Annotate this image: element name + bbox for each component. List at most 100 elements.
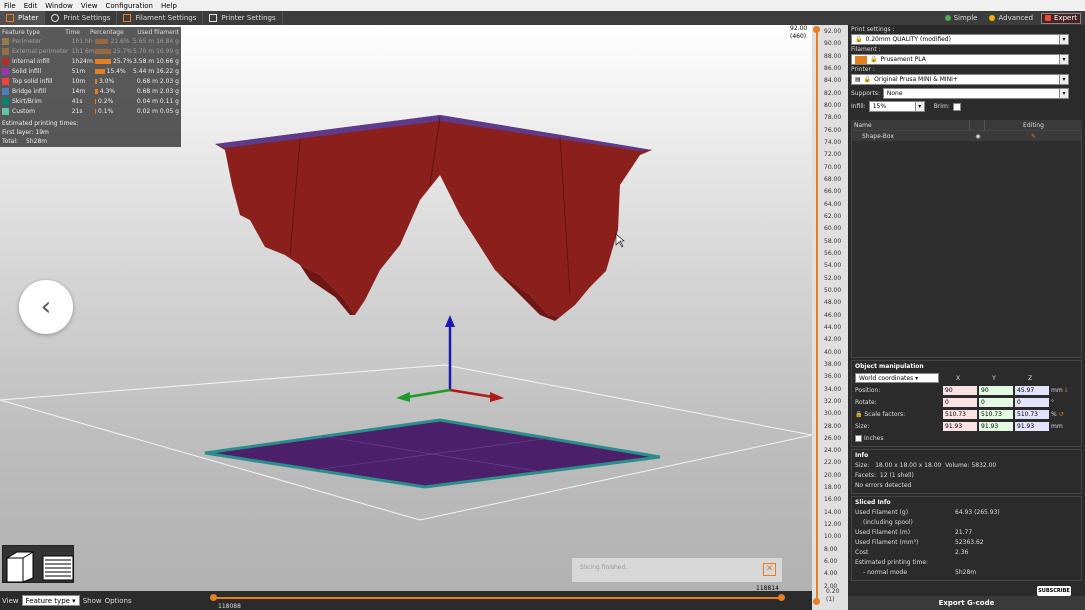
right-panel: Print settings : 🔒 0.20mm QUALITY (modifi… [848,25,1085,610]
legend-col-time: Time [65,28,80,36]
size-unit: mm [1051,422,1063,430]
layer-tick-label: 26.00 [824,434,842,442]
hslider-left-thumb[interactable] [210,594,217,601]
legend-rows: Perimeter 1h1 hh 21.6% 5.65 m 16.84 g Extern… [2,36,179,116]
print-settings-combo[interactable]: 🔒 0.20mm QUALITY (modified) ▾ [851,34,1069,45]
size-y-input[interactable]: 91.93 [979,421,1013,431]
object-row[interactable]: Shape-Box ◉ ✎ [852,131,1081,141]
size-z-input[interactable]: 91.93 [1015,421,1049,431]
position-y-input[interactable]: 90 [979,385,1013,395]
percentage-text: 0.2% [98,97,114,105]
close-icon[interactable]: ✕ [763,563,776,576]
feature-filament: 0.68 m 2.03 g [132,78,179,85]
size-x-input[interactable]: 91.93 [943,421,977,431]
menu-edit[interactable]: Edit [24,2,38,10]
supports-combo[interactable]: None ▾ [882,88,1069,99]
tab-filament-settings[interactable]: Filament Settings [117,11,204,25]
feature-time: 1h24m [71,57,93,65]
legend-row[interactable]: External perimeter 1h1 6m 25.7% 5.70 m 16.9… [2,46,179,56]
legend-row[interactable]: Skirt/Brim 41s 0.2% 0.04 m 0.11 g [2,96,179,106]
sliced-info-row: Used Filament (g) 64.93 (265.93) [855,508,1078,518]
menu-configuration[interactable]: Configuration [106,2,153,10]
prev-button[interactable]: ‹ [19,280,73,334]
scale-y-input[interactable]: 510.73 [979,409,1013,419]
mode-simple[interactable]: Simple [941,14,982,22]
infill-combo[interactable]: 15% ▾ [868,101,925,112]
lock-icon[interactable]: 🔒 [855,411,862,418]
legend-row[interactable]: Solid infill 51m 15.4% 5.44 m 16.22 g [2,66,179,76]
menu-help[interactable]: Help [161,2,177,10]
feature-name: External perimeter [12,47,69,55]
legend-row[interactable]: Internal infill 1h24m 25.7% 3.58 m 10.66 g [2,56,179,66]
spool-icon [123,14,132,22]
filament-color-swatch[interactable] [855,55,867,64]
reset-scale-icon[interactable]: ↺ [1059,411,1064,418]
sliced-info-label: Estimated printing time: [855,559,929,566]
status-dot-icon [1045,15,1052,21]
inches-checkbox[interactable] [855,434,862,442]
coords-select[interactable]: World coordinates ▾ [855,373,939,383]
3d-viewport[interactable]: Feature type Time Percentage Used filame… [0,25,812,610]
3d-view-icon[interactable] [6,551,34,583]
status-dot-icon [944,15,951,21]
layer-bottom-thumb[interactable] [813,598,820,605]
legend-row[interactable]: Custom 21s 0.1% 0.02 m 0.05 g [2,106,179,116]
mode-advanced[interactable]: Advanced [985,14,1037,22]
export-gcode-button[interactable]: Export G-code [848,596,1085,610]
layer-tick-label: 50.00 [824,286,842,294]
subscribe-badge[interactable]: SUBSCRIBE [1037,586,1071,596]
layer-slider-track[interactable] [816,30,818,600]
eye-icon[interactable]: ◉ [970,133,986,140]
rotate-y-input[interactable]: 0 [979,397,1013,407]
rotate-z-input[interactable]: 0 [1015,397,1049,407]
tab-plater[interactable]: Plater [0,11,46,25]
layer-tick-label: 86.00 [824,64,842,72]
sliced-info-row: Cost 2.36 [855,548,1078,558]
view-type-select[interactable]: Feature type ▾ [21,595,80,606]
printer-combo[interactable]: ▤ 🔒 Original Prusa MINI & MINI+ ▾ [851,74,1069,85]
rotate-x-input[interactable]: 0 [943,397,977,407]
options-select[interactable]: Options [105,597,132,605]
sliced-info-value: 5h28m [955,569,977,576]
y-axis [407,388,451,399]
legend-row[interactable]: Bridge infill 14m 4.3% 0.68 m 2.03 g [2,86,179,96]
legend-col-feature: Feature type [2,28,40,36]
legend-row[interactable]: Top solid infill 10m 3.0% 0.68 m 2.03 g [2,76,179,86]
menu-file[interactable]: File [4,2,16,10]
brim-checkbox[interactable] [952,102,961,111]
dropdown-arrow-icon: ▾ [1059,88,1069,99]
percentage-text: 3.0% [98,77,115,85]
feature-filament: 0.04 m 0.11 g [132,98,179,105]
scale-z-input[interactable]: 510.73 [1015,409,1049,419]
hslider-right-thumb[interactable] [778,594,785,601]
layers-view-icon[interactable] [42,555,74,581]
edit-icon[interactable]: ✎ [986,133,1081,140]
mode-expert[interactable]: Expert [1041,12,1081,24]
legend-row[interactable]: Perimeter 1h1 hh 21.6% 5.65 m 16.84 g [2,36,179,46]
layer-tick-label: 60.00 [824,225,842,233]
percentage-bar [95,78,97,84]
info-size-row: Size: 18.00 x 18.00 x 18.00 Volume: 5832… [855,461,1078,471]
scale-x-input[interactable]: 510.73 [943,409,977,419]
position-x-input[interactable]: 90 [943,385,977,395]
drop-to-bed-icon[interactable]: ⤓ [1065,386,1068,394]
percentage-text: 0.1% [98,107,114,115]
notification-text: Slicing finished. [580,564,628,571]
percentage-text: 25.7% [113,47,133,55]
feature-percentage: 0.1% [95,108,132,115]
lock-icon: 🔒 [863,76,872,83]
top-layer-height: 92.00 [790,25,808,32]
tab-print-settings[interactable]: Print Settings [45,11,118,25]
filament-combo[interactable]: 🔒 Prusament PLA ▾ [851,54,1069,65]
layer-top-thumb[interactable] [813,26,820,33]
tab-label: Printer Settings [221,14,276,22]
horizontal-slider-track[interactable] [212,597,782,599]
menu-view[interactable]: View [81,2,98,10]
total-time-row: Total: 5h28m [2,137,179,146]
position-z-input[interactable]: 45.97 [1015,385,1049,395]
info-size-label: Size: [855,462,870,469]
menu-window[interactable]: Window [45,2,73,10]
feature-filament: 0.02 m 0.05 g [132,108,179,115]
tab-printer-settings[interactable]: Printer Settings [203,11,283,25]
infill-value: 15% [872,103,887,110]
